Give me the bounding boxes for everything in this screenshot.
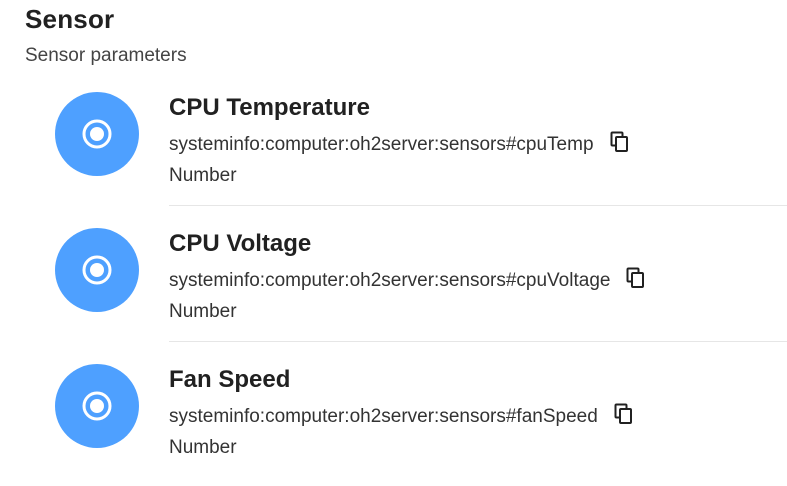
copy-icon[interactable] <box>610 131 630 153</box>
copy-icon[interactable] <box>626 267 646 289</box>
divider <box>169 341 787 342</box>
channel-uid: systeminfo:computer:oh2server:sensors#fa… <box>169 406 598 427</box>
copy-icon[interactable] <box>614 403 634 425</box>
channel-item-type: Number <box>169 437 237 458</box>
channel-uid-row: systeminfo:computer:oh2server:sensors#cp… <box>169 131 630 156</box>
channel-uid: systeminfo:computer:oh2server:sensors#cp… <box>169 134 594 155</box>
page-title: Sensor <box>25 4 115 34</box>
channel-list: CPU Temperature systeminfo:computer:oh2s… <box>0 82 787 486</box>
channel-item-type: Number <box>169 301 237 322</box>
channel-avatar <box>55 364 139 448</box>
channel-avatar <box>55 92 139 176</box>
divider <box>169 205 787 206</box>
radio-button-checked-icon <box>55 255 139 316</box>
channel-group-page: Sensor Sensor parameters CPU Temperature… <box>0 0 787 486</box>
list-item[interactable]: Fan Speed systeminfo:computer:oh2server:… <box>0 354 787 486</box>
page-subtitle: Sensor parameters <box>25 45 187 66</box>
channel-uid: systeminfo:computer:oh2server:sensors#cp… <box>169 270 611 291</box>
radio-button-checked-icon <box>55 391 139 452</box>
channel-uid-row: systeminfo:computer:oh2server:sensors#cp… <box>169 267 646 292</box>
list-item[interactable]: CPU Temperature systeminfo:computer:oh2s… <box>0 82 787 218</box>
radio-button-checked-icon <box>55 119 139 180</box>
channel-label: Fan Speed <box>169 366 291 393</box>
channel-label: CPU Voltage <box>169 230 312 257</box>
channel-label: CPU Temperature <box>169 94 370 121</box>
channel-item-type: Number <box>169 165 237 186</box>
list-item[interactable]: CPU Voltage systeminfo:computer:oh2serve… <box>0 218 787 354</box>
channel-avatar <box>55 228 139 312</box>
channel-uid-row: systeminfo:computer:oh2server:sensors#fa… <box>169 403 634 428</box>
